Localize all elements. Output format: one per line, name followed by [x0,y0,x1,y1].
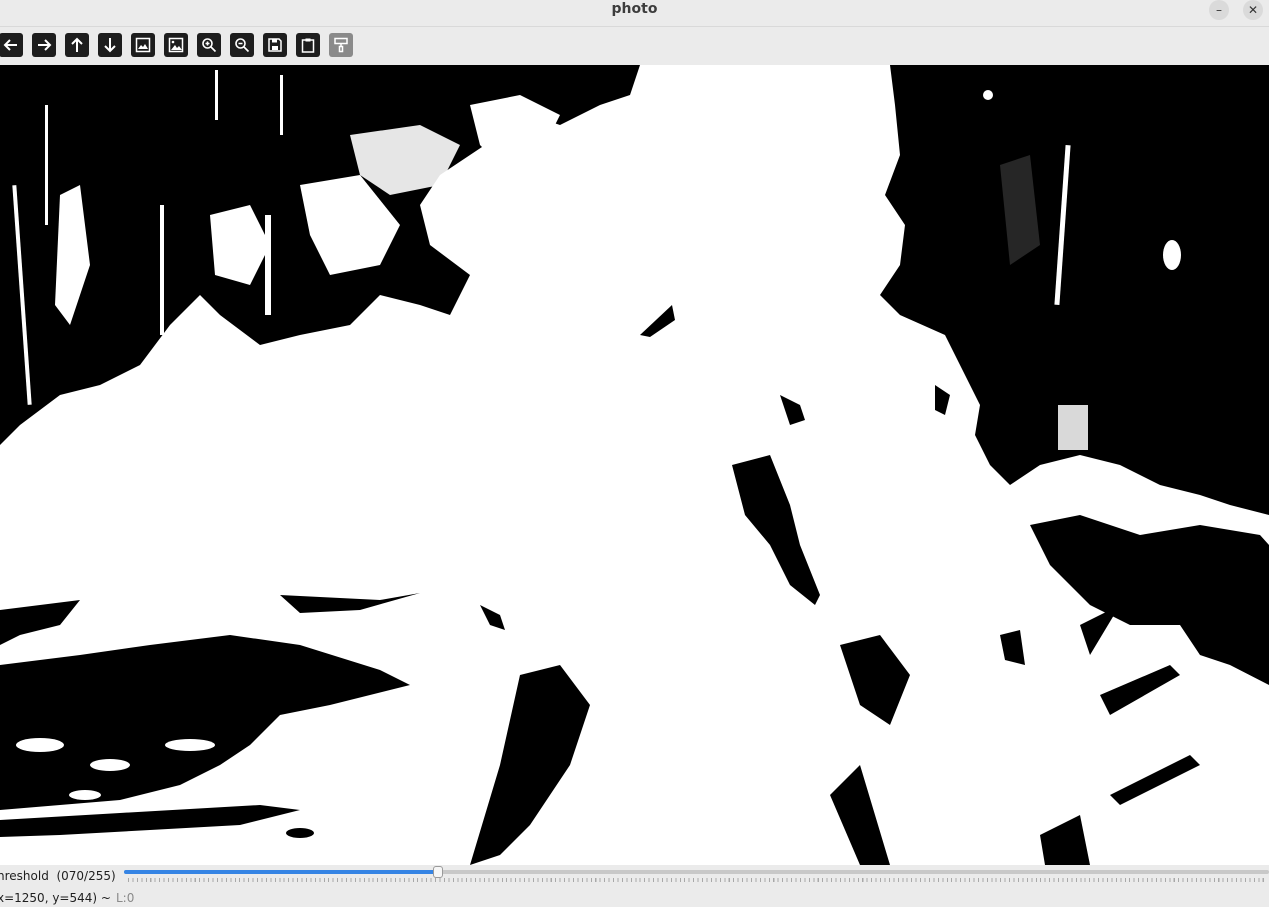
close-button[interactable]: ✕ [1243,0,1263,20]
window-title: photo [611,1,658,17]
zoom-fit-button[interactable] [131,33,155,57]
trackbar-ticks [128,878,1266,882]
clipboard-icon [301,38,315,53]
properties-button[interactable] [329,33,353,57]
zoom-out-icon [235,38,250,53]
pan-right-button[interactable] [32,33,56,57]
save-image-button[interactable] [263,33,287,57]
zoom-in-button[interactable] [197,33,221,57]
trackbar-fill [124,870,438,874]
image-canvas[interactable] [0,65,1269,865]
minimize-icon: – [1216,3,1222,17]
cursor-coordinates: x=1250, y=544) ~ [0,891,111,905]
arrow-right-icon [38,39,52,51]
pan-up-button[interactable] [65,33,89,57]
zoom-out-button[interactable] [230,33,254,57]
copy-to-clipboard-button[interactable] [296,33,320,57]
title-bar: photo – ✕ [0,0,1269,27]
pan-left-button[interactable] [0,33,23,57]
paint-roller-icon [334,37,348,53]
toolbar [0,27,1269,65]
arrow-left-icon [3,39,17,51]
arrow-up-icon [71,37,83,52]
pan-down-button[interactable] [98,33,122,57]
image-icon [135,37,151,53]
pixel-level: L:0 [116,891,135,905]
zoom-in-icon [202,38,217,53]
save-icon [268,38,282,52]
status-bar: x=1250, y=544) ~ L:0 [0,889,1269,907]
trackbar-handle[interactable] [433,866,443,878]
zoom-original-button[interactable] [164,33,188,57]
minimize-button[interactable]: – [1209,0,1229,20]
trackbar-label: hreshold (070/255) [0,869,116,883]
image-original-icon [168,37,184,53]
close-icon: ✕ [1247,3,1259,17]
threshold-image [0,65,1269,865]
arrow-down-icon [104,38,116,53]
trackbar-slider[interactable] [124,866,1269,878]
threshold-trackbar: hreshold (070/255) [0,865,1269,887]
